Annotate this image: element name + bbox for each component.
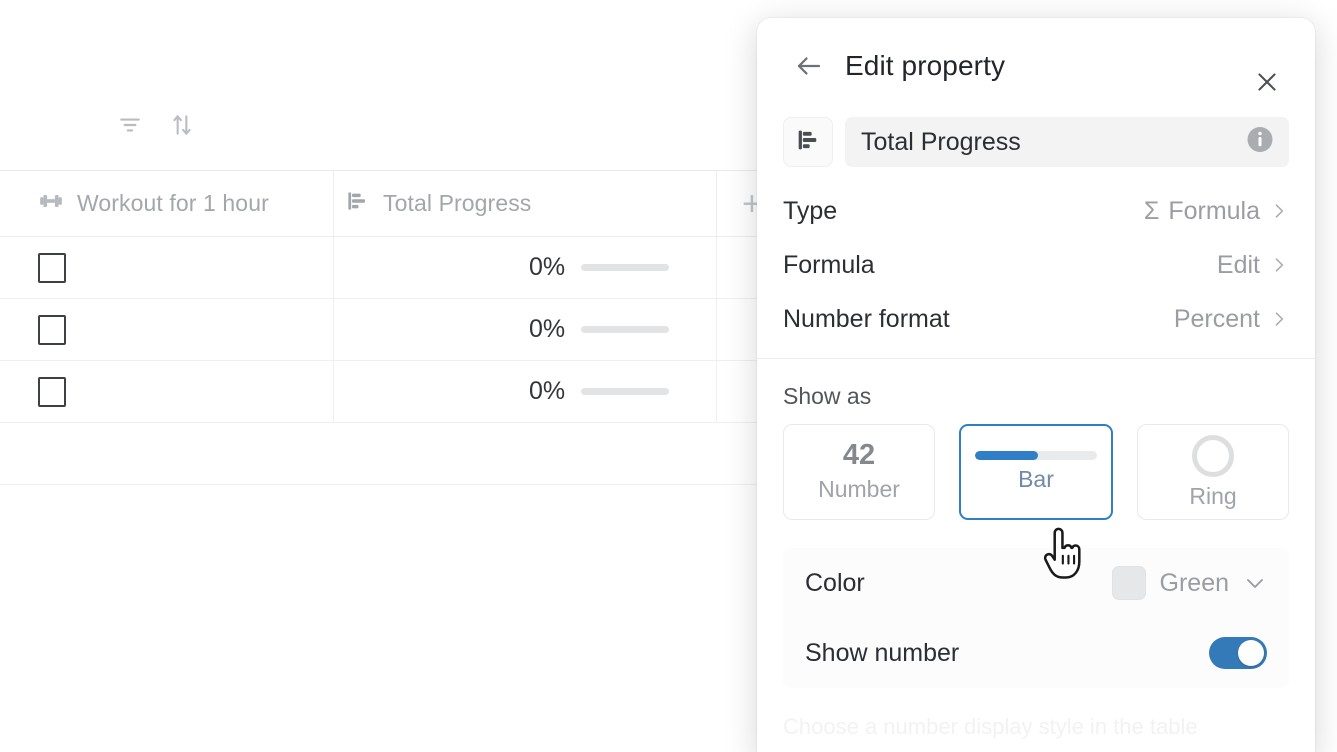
number-sample: 42 xyxy=(842,439,876,471)
close-icon[interactable] xyxy=(1249,64,1285,100)
row-label: Type xyxy=(783,196,838,225)
progress-bar xyxy=(581,388,670,395)
cell-total-progress[interactable]: 0% xyxy=(333,361,716,422)
show-as-option-ring[interactable]: Ring xyxy=(1137,424,1289,520)
bar-settings-group: Color Green Show number xyxy=(783,548,1289,688)
footer-hint-text: Choose a number display style in the tab… xyxy=(783,714,1198,739)
filter-icon[interactable] xyxy=(117,112,143,138)
column-header-label: Total Progress xyxy=(383,190,532,216)
table-header-row: Workout for 1 hour Total Progress + xyxy=(0,170,790,237)
property-settings-list: Type Σ Formula Formula Edit Number forma… xyxy=(757,170,1315,346)
row-value: Percent xyxy=(1174,305,1289,334)
row-label: Number format xyxy=(783,304,950,333)
table-grid: Workout for 1 hour Total Progress + 0% 0… xyxy=(0,170,790,485)
bar-progress-icon xyxy=(794,126,822,159)
cell-workout-checkbox[interactable] xyxy=(0,361,333,422)
progress-bar xyxy=(581,264,670,271)
option-label: Number xyxy=(818,476,900,502)
table-footer-row xyxy=(0,423,790,485)
show-as-option-bar[interactable]: Bar xyxy=(959,424,1113,520)
property-row-formula[interactable]: Formula Edit xyxy=(783,238,1289,292)
property-name-value: Total Progress xyxy=(861,127,1021,156)
table-toolbar xyxy=(117,112,195,138)
column-header-workout[interactable]: Workout for 1 hour xyxy=(0,171,333,236)
setting-row-color[interactable]: Color Green xyxy=(805,548,1267,618)
table-row[interactable]: 0% xyxy=(0,299,790,361)
color-swatch xyxy=(1111,566,1146,600)
progress-percent-text: 0% xyxy=(529,315,566,343)
color-picker[interactable]: Green xyxy=(1111,566,1267,600)
show-as-option-number[interactable]: 42 Number xyxy=(783,424,935,520)
sigma-icon: Σ xyxy=(1143,196,1160,225)
row-value: Edit xyxy=(1217,251,1289,280)
cell-workout-checkbox[interactable] xyxy=(0,299,333,360)
option-label: Bar xyxy=(1018,466,1054,492)
bar-progress-icon xyxy=(344,188,370,219)
checkbox-unchecked[interactable] xyxy=(38,376,66,407)
back-arrow-icon[interactable] xyxy=(787,44,831,88)
chevron-right-icon xyxy=(1269,255,1289,275)
property-row-number-format[interactable]: Number format Percent xyxy=(783,292,1289,346)
column-header-label: Workout for 1 hour xyxy=(77,190,269,216)
property-name-input[interactable]: Total Progress xyxy=(845,117,1289,167)
option-label: Ring xyxy=(1189,482,1237,509)
chevron-right-icon xyxy=(1269,309,1289,329)
show-as-options: 42 Number Bar Ring xyxy=(757,410,1315,520)
row-value-text: Edit xyxy=(1216,250,1260,279)
cell-total-progress[interactable]: 0% xyxy=(333,299,716,360)
page-title: Edit property xyxy=(845,50,1006,81)
database-table: Workout for 1 hour Total Progress + 0% 0… xyxy=(0,0,790,752)
row-value-text: Percent xyxy=(1173,304,1260,333)
panel-header: Edit property xyxy=(757,18,1315,114)
show-number-toggle[interactable] xyxy=(1209,637,1267,669)
setting-label: Color xyxy=(805,568,865,597)
row-value: Σ Formula xyxy=(1144,197,1289,226)
property-type-icon-button[interactable] xyxy=(783,117,833,167)
progress-percent-text: 0% xyxy=(529,377,566,405)
progress-bar xyxy=(581,326,670,333)
table-row[interactable]: 0% xyxy=(0,361,790,423)
progress-percent-text: 0% xyxy=(529,253,566,281)
setting-label: Show number xyxy=(805,638,960,667)
screen: Workout for 1 hour Total Progress + 0% 0… xyxy=(0,0,1337,752)
chevron-down-icon xyxy=(1243,571,1267,595)
sort-icon[interactable] xyxy=(169,112,195,138)
row-label: Formula xyxy=(783,250,875,279)
bar-sample-fill xyxy=(975,451,1039,460)
checkbox-unchecked[interactable] xyxy=(38,314,66,345)
column-header-total-progress[interactable]: Total Progress xyxy=(333,171,716,236)
setting-row-show-number[interactable]: Show number xyxy=(805,618,1267,688)
edit-property-panel: Edit property Total Progress Type Σ Form… xyxy=(757,18,1315,752)
cell-total-progress[interactable]: 0% xyxy=(333,237,716,298)
row-value-text: Formula xyxy=(1168,196,1260,225)
toggle-knob xyxy=(1238,640,1264,666)
ring-sample-icon xyxy=(1192,434,1234,477)
chevron-right-icon xyxy=(1269,201,1289,221)
color-value-text: Green xyxy=(1159,568,1229,597)
show-as-section-label: Show as xyxy=(783,383,872,409)
dumbbell-icon xyxy=(38,188,64,219)
checkbox-unchecked[interactable] xyxy=(38,252,66,283)
cell-workout-checkbox[interactable] xyxy=(0,237,333,298)
info-icon[interactable] xyxy=(1245,125,1275,160)
property-row-type[interactable]: Type Σ Formula xyxy=(783,184,1289,238)
bar-sample-icon xyxy=(975,451,1097,460)
property-name-row: Total Progress xyxy=(757,114,1315,170)
table-row[interactable]: 0% xyxy=(0,237,790,299)
